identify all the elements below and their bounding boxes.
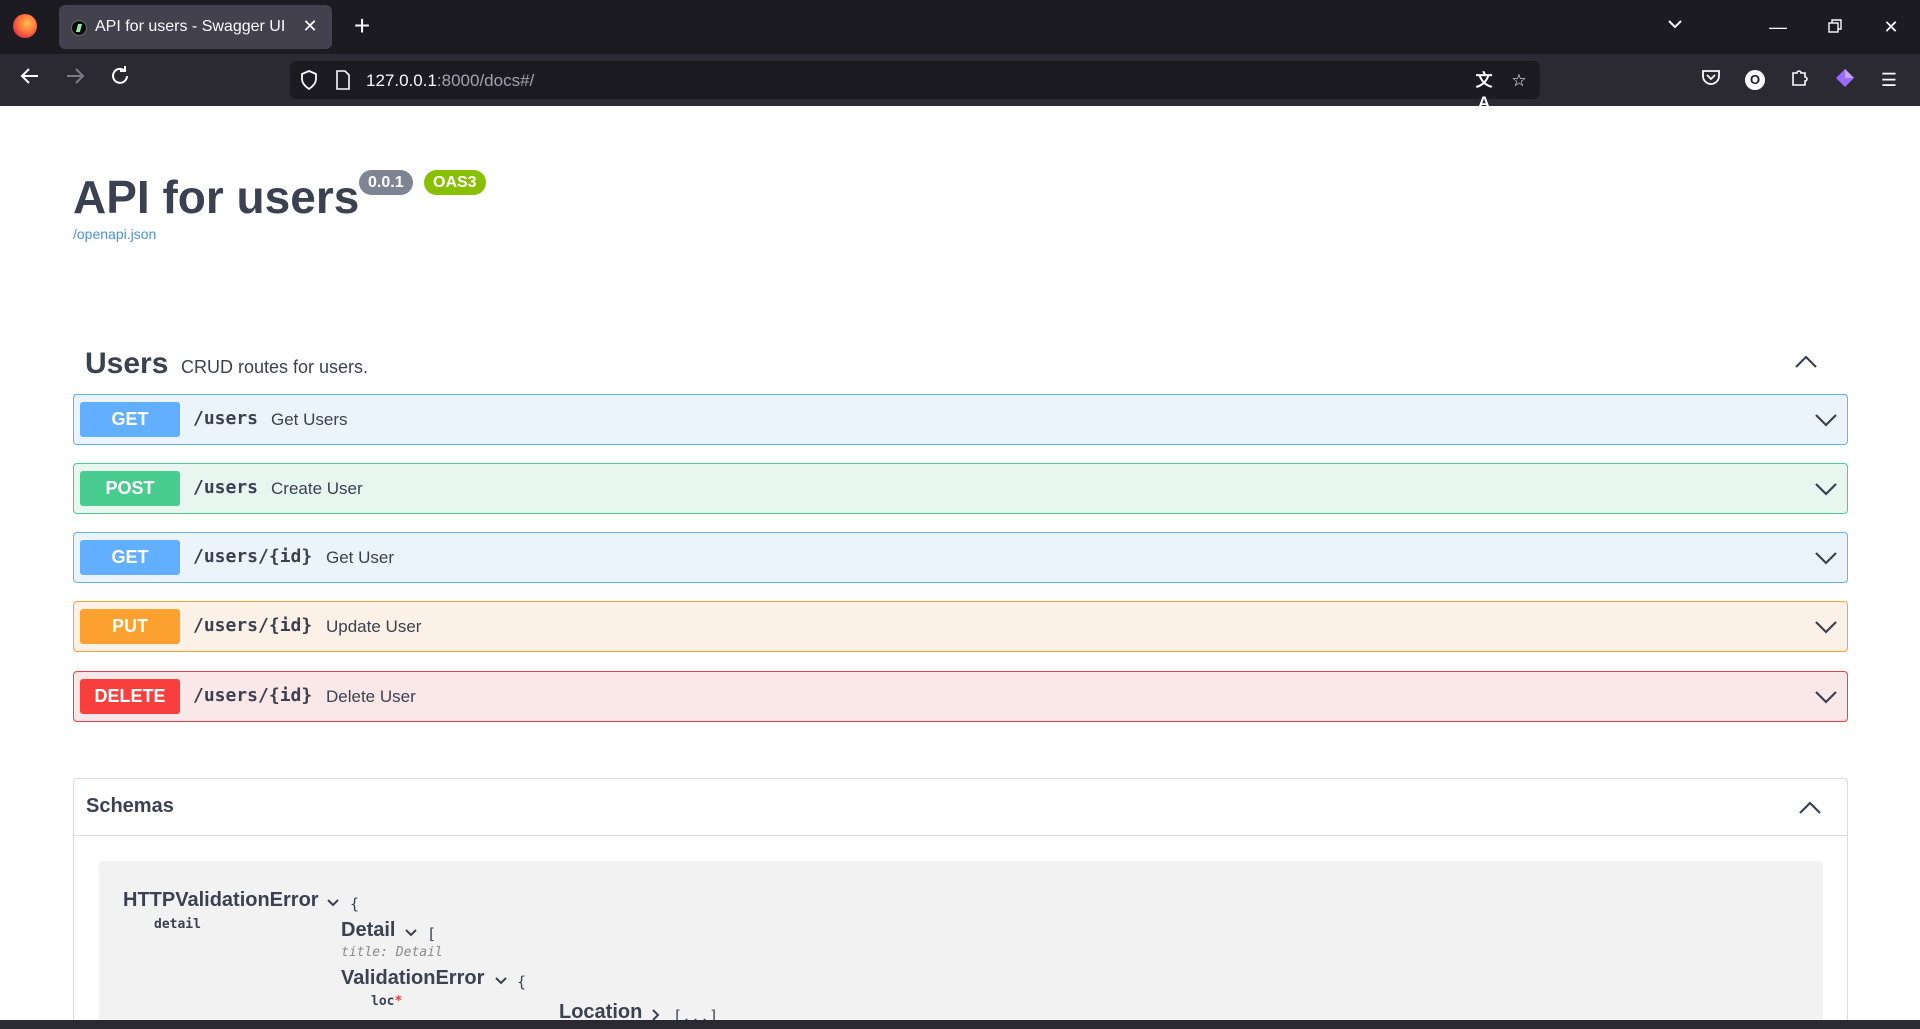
property-label: loc (371, 994, 395, 1009)
version-badge: 0.0.1 (359, 170, 413, 195)
operation-summary: Create User (271, 479, 363, 498)
url-bar[interactable]: 127.0.0.1:8000/docs#/ 文A ☆ (290, 61, 1540, 112)
model-name[interactable]: ValidationError (341, 967, 484, 990)
api-title: API for users (73, 171, 360, 223)
bookmark-star-icon[interactable]: ☆ (1508, 70, 1530, 92)
operation-summary: Get Users (271, 410, 348, 429)
operation-path: /users/{id} (193, 546, 313, 567)
schemas-title: Schemas (86, 795, 174, 817)
operation-summary: Delete User (326, 687, 416, 706)
operation-path: /users/{id} (193, 615, 313, 636)
open-brace: { (350, 895, 360, 913)
firefox-logo-icon[interactable] (13, 14, 37, 38)
tab-bar: API for users - Swagger UI ✕ + — ✕ (0, 0, 1920, 54)
model-name[interactable]: Location (559, 1001, 642, 1020)
property-name: loc* (371, 994, 402, 1009)
chevron-up-icon[interactable] (1797, 795, 1823, 821)
reload-icon[interactable] (105, 65, 135, 95)
oas-badge: OAS3 (424, 170, 486, 195)
model-name[interactable]: Detail (341, 919, 395, 942)
operation-delete-user[interactable]: DELETE /users/{id} Delete User (73, 671, 1848, 722)
model-container: HTTPValidationError { detail Detail [ ti… (99, 861, 1823, 1020)
account-avatar-icon[interactable]: O (1745, 70, 1765, 90)
schemas-section: Schemas HTTPValidationError { detail Det… (73, 778, 1848, 1020)
openapi-json-link[interactable]: /openapi.json (73, 226, 156, 242)
tag-description: CRUD routes for users. (181, 357, 369, 377)
forward-arrow-icon[interactable] (60, 65, 90, 95)
method-badge: POST (80, 471, 180, 506)
chevron-down-icon[interactable] (1813, 684, 1839, 710)
minimize-icon[interactable]: — (1763, 12, 1793, 42)
tab-close-icon[interactable]: ✕ (300, 16, 320, 36)
shield-icon[interactable] (298, 70, 320, 92)
operation-post-users[interactable]: POST /users Create User (73, 463, 1848, 514)
chevron-up-icon[interactable] (1793, 349, 1819, 375)
api-info: API for users (73, 170, 359, 224)
url-path: :8000/docs#/ (436, 71, 535, 90)
chevron-down-icon[interactable] (1813, 545, 1839, 571)
chevron-right-icon[interactable] (649, 1008, 663, 1020)
tag-name: Users (85, 347, 169, 380)
status-strip (0, 1020, 1920, 1029)
url-host: 127.0.0.1 (366, 71, 437, 90)
collapsed-array[interactable]: [...] (673, 1007, 718, 1020)
tag-section-users[interactable]: Users CRUD routes for users. (73, 325, 1847, 395)
close-window-icon[interactable]: ✕ (1876, 12, 1906, 42)
chevron-down-icon[interactable] (1813, 407, 1839, 433)
tab-title: API for users - Swagger UI (95, 18, 286, 35)
restore-icon[interactable] (1820, 12, 1850, 42)
chevron-down-icon[interactable] (404, 926, 418, 940)
swagger-favicon-icon (71, 20, 87, 36)
page-info-icon[interactable] (332, 70, 354, 92)
property-title: title: Detail (341, 945, 443, 960)
operation-summary: Update User (326, 617, 422, 636)
navigation-toolbar: 127.0.0.1:8000/docs#/ 文A ☆ O ☰ (0, 54, 1920, 112)
operation-put-user[interactable]: PUT /users/{id} Update User (73, 601, 1848, 652)
operation-get-user[interactable]: GET /users/{id} Get User (73, 532, 1848, 583)
operation-path: /users/{id} (193, 685, 313, 706)
operation-path: /users (193, 408, 259, 429)
chevron-down-icon[interactable] (494, 974, 508, 988)
property-name: detail (154, 917, 201, 932)
model-name[interactable]: HTTPValidationError (123, 889, 319, 912)
chevron-down-icon[interactable] (1813, 614, 1839, 640)
required-mark: * (394, 994, 403, 1009)
extensions-puzzle-icon[interactable] (1787, 67, 1813, 93)
url-text[interactable]: 127.0.0.1:8000/docs#/ (366, 71, 534, 91)
method-badge: PUT (80, 609, 180, 644)
open-brace: { (517, 973, 527, 991)
method-badge: GET (80, 540, 180, 575)
operation-path: /users (193, 477, 259, 498)
open-bracket: [ (427, 925, 437, 943)
chevron-down-icon[interactable] (326, 896, 340, 910)
new-tab-plus-icon[interactable]: + (350, 12, 374, 42)
swagger-page: API for users 0.0.1 OAS3 /openapi.json U… (0, 106, 1920, 1020)
extension-diamond-icon[interactable] (1832, 67, 1858, 93)
method-badge: GET (80, 402, 180, 437)
list-all-tabs-chevron-icon[interactable] (1660, 12, 1690, 42)
schemas-header[interactable]: Schemas (74, 779, 1847, 836)
chevron-down-icon[interactable] (1813, 476, 1839, 502)
translate-icon[interactable]: 文A (1473, 70, 1495, 112)
operation-get-users[interactable]: GET /users Get Users (73, 394, 1848, 445)
pocket-icon[interactable] (1698, 67, 1724, 93)
hamburger-menu-icon[interactable]: ☰ (1876, 67, 1902, 93)
back-arrow-icon[interactable] (15, 65, 45, 95)
operation-summary: Get User (326, 548, 395, 567)
tab-active[interactable]: API for users - Swagger UI ✕ (59, 5, 332, 49)
method-badge: DELETE (80, 679, 180, 714)
